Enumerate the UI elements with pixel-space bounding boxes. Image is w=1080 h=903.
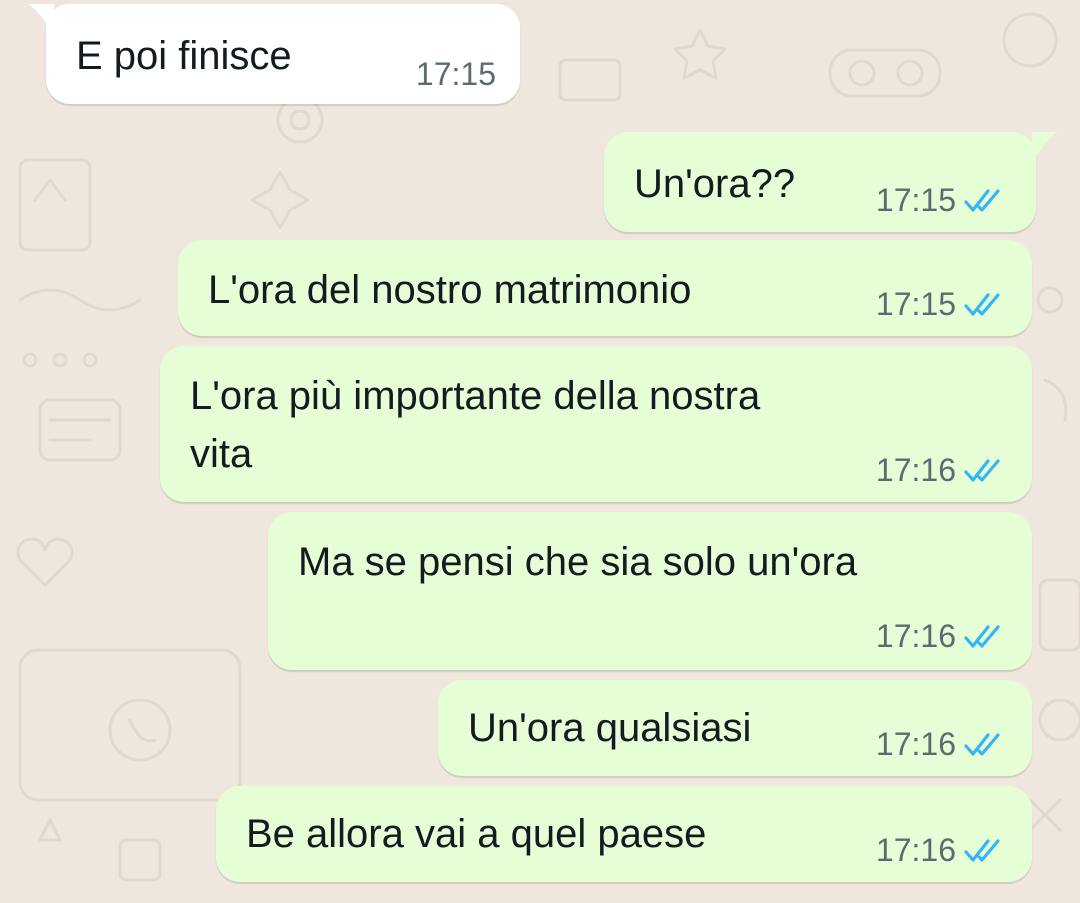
- message-bubble-outgoing[interactable]: Ma se pensi che sia solo un'ora 17:16: [268, 512, 1032, 670]
- message-meta: 17:16: [876, 830, 1006, 870]
- message-meta: 17:15: [416, 54, 496, 94]
- message-meta: 17:16: [876, 724, 1006, 764]
- message-time: 17:16: [875, 726, 956, 762]
- message-time: 17:15: [415, 56, 496, 92]
- message-time: 17:16: [875, 618, 956, 654]
- message-time: 17:16: [875, 452, 956, 488]
- read-ticks-icon: [964, 293, 1000, 316]
- message-bubble-outgoing[interactable]: L'ora del nostro matrimonio 17:15: [178, 240, 1032, 336]
- message-time: 17:15: [875, 182, 956, 218]
- message-meta: 17:16: [876, 616, 1006, 656]
- message-meta: 17:15: [876, 180, 1006, 220]
- read-ticks-icon: [964, 625, 1000, 648]
- read-ticks-icon: [964, 189, 1000, 212]
- message-text: Un'ora qualsiasi: [468, 706, 752, 750]
- message-meta: 17:15: [876, 284, 1006, 324]
- message-time: 17:16: [875, 832, 956, 868]
- message-text-line-1: L'ora più importante della nostra: [190, 374, 761, 418]
- message-meta: 17:16: [876, 450, 1006, 490]
- message-bubble-outgoing[interactable]: Un'ora qualsiasi 17:16: [438, 680, 1032, 776]
- read-ticks-icon: [964, 733, 1000, 756]
- message-text: L'ora del nostro matrimonio: [208, 268, 692, 312]
- message-text: Un'ora??: [634, 162, 796, 206]
- message-bubble-outgoing[interactable]: Be allora vai a quel paese 17:16: [216, 786, 1032, 882]
- message-time: 17:15: [875, 286, 956, 322]
- message-text-line-2: vita: [190, 432, 253, 476]
- message-bubble-incoming[interactable]: E poi finisce 17:15: [46, 4, 520, 104]
- message-text: Ma se pensi che sia solo un'ora: [298, 540, 858, 584]
- message-text: Be allora vai a quel paese: [246, 812, 707, 856]
- read-ticks-icon: [964, 459, 1000, 482]
- message-text: E poi finisce: [76, 34, 292, 78]
- read-ticks-icon: [964, 839, 1000, 862]
- message-bubble-outgoing[interactable]: Un'ora?? 17:15: [604, 132, 1036, 232]
- message-bubble-outgoing[interactable]: L'ora più importante della nostra vita 1…: [160, 346, 1032, 502]
